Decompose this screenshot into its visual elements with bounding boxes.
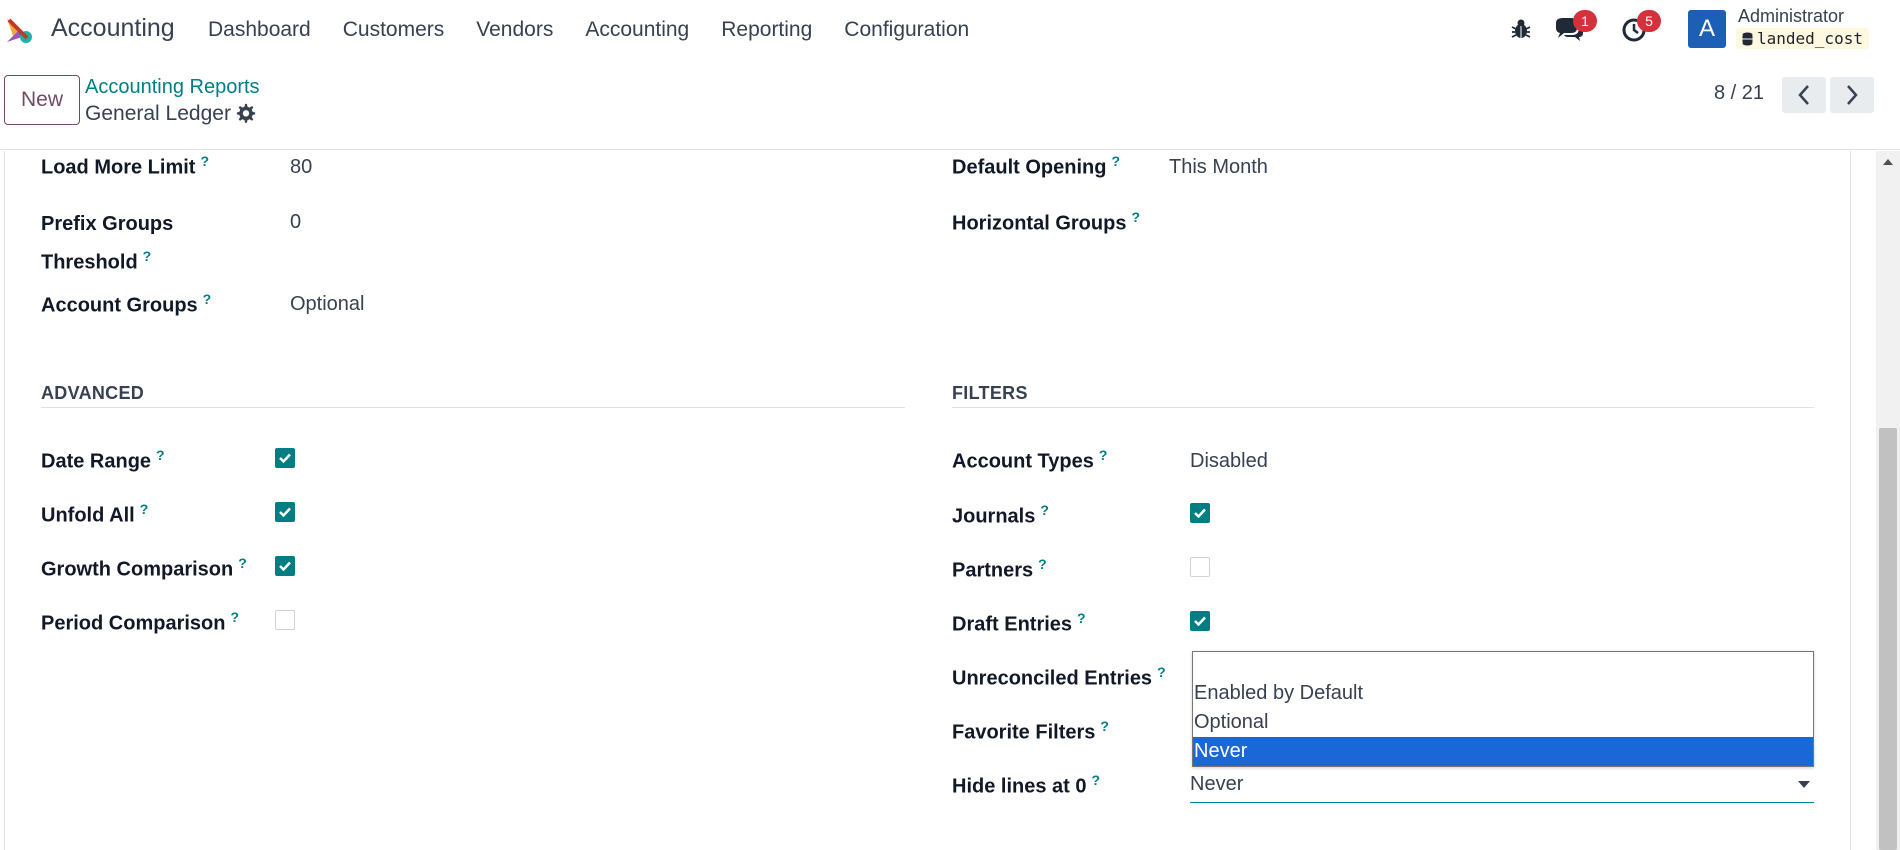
help-icon[interactable]: ? (1040, 502, 1049, 518)
draft-entries-checkbox[interactable] (1190, 611, 1210, 631)
sheet-left-border (4, 151, 5, 850)
unfold-all-checkbox[interactable] (275, 502, 295, 522)
top-navbar: Accounting Dashboard Customers Vendors A… (0, 0, 1900, 60)
chat-badge: 1 (1573, 10, 1597, 32)
new-button[interactable]: New (4, 75, 80, 125)
help-icon[interactable]: ? (1100, 718, 1109, 734)
app-logo-icon[interactable] (3, 14, 35, 46)
checkmark-icon (279, 561, 291, 572)
help-icon[interactable]: ? (1077, 610, 1086, 626)
prefix-groups-threshold-label: Prefix Groups Threshold? (41, 213, 174, 274)
dropdown-option-enabled-by-default[interactable]: Enabled by Default (1193, 679, 1813, 708)
scrollbar[interactable] (1876, 151, 1900, 850)
period-comparison-checkbox[interactable] (275, 610, 295, 630)
menu-item-customers[interactable]: Customers (327, 18, 461, 42)
database-icon (1742, 32, 1753, 45)
help-icon[interactable]: ? (1092, 772, 1101, 788)
unreconciled-entries-label: Unreconciled Entries? (952, 664, 1166, 690)
bug-icon[interactable] (1509, 17, 1533, 41)
partners-checkbox[interactable] (1190, 557, 1210, 577)
database-name: landed_cost (1757, 29, 1863, 48)
help-icon[interactable]: ? (230, 609, 239, 625)
help-icon[interactable]: ? (1157, 664, 1166, 680)
help-icon[interactable]: ? (143, 248, 152, 264)
default-opening-label: Default Opening? (952, 153, 1121, 179)
dropdown-option-never[interactable]: Never (1193, 737, 1813, 766)
account-groups-value[interactable]: Optional (290, 293, 365, 316)
journals-checkbox[interactable] (1190, 503, 1210, 523)
help-icon[interactable]: ? (1099, 447, 1108, 463)
growth-comparison-checkbox[interactable] (275, 556, 295, 576)
database-chip: landed_cost (1736, 28, 1869, 49)
hide-lines-select[interactable]: Never (1190, 767, 1814, 803)
help-icon[interactable]: ? (200, 153, 209, 169)
checkmark-icon (279, 453, 291, 464)
journals-label: Journals? (952, 502, 1049, 528)
menu-item-reporting[interactable]: Reporting (705, 18, 828, 42)
help-icon[interactable]: ? (156, 447, 165, 463)
menu-item-vendors[interactable]: Vendors (460, 18, 569, 42)
help-icon[interactable]: ? (1038, 556, 1047, 572)
dropdown-option-empty[interactable] (1193, 652, 1813, 681)
period-comparison-label: Period Comparison? (41, 609, 240, 635)
avatar[interactable]: A (1688, 10, 1726, 48)
menu-item-configuration[interactable]: Configuration (828, 18, 985, 42)
dropdown-option-optional[interactable]: Optional (1193, 708, 1813, 737)
pager-next-button[interactable] (1830, 77, 1874, 113)
default-opening-value[interactable]: This Month (1169, 156, 1268, 179)
pager-previous-button[interactable] (1782, 77, 1826, 113)
chevron-left-icon (1798, 85, 1809, 105)
unfold-all-label: Unfold All? (41, 501, 149, 527)
help-icon[interactable]: ? (1111, 153, 1120, 169)
hide-lines-label: Hide lines at 0? (952, 772, 1101, 798)
hide-lines-dropdown: Enabled by Default Optional Never (1192, 651, 1814, 767)
filters-section-title: FILTERS (952, 383, 1028, 403)
scrollbar-thumb[interactable] (1879, 428, 1897, 850)
breadcrumb-parent[interactable]: Accounting Reports (85, 76, 260, 99)
caret-down-icon (1798, 781, 1810, 788)
filters-divider (952, 407, 1814, 408)
app-name[interactable]: Accounting (51, 14, 175, 43)
date-range-checkbox[interactable] (275, 448, 295, 468)
user-name[interactable]: Administrator (1738, 6, 1844, 27)
scroll-up-arrow-icon[interactable] (1883, 159, 1893, 165)
growth-comparison-label: Growth Comparison? (41, 555, 247, 581)
advanced-section-title: ADVANCED (41, 383, 145, 403)
breadcrumb-current: General Ledger (85, 102, 231, 125)
pager-value[interactable]: 8 / 21 (1714, 82, 1764, 105)
advanced-divider (41, 407, 905, 408)
date-range-label: Date Range? (41, 447, 165, 473)
main-menu: Dashboard Customers Vendors Accounting R… (192, 0, 985, 60)
checkmark-icon (1194, 616, 1206, 627)
gear-icon[interactable] (235, 103, 257, 125)
help-icon[interactable]: ? (140, 501, 149, 517)
partners-label: Partners? (952, 556, 1047, 582)
hide-lines-selected-value: Never (1190, 773, 1244, 795)
checkmark-icon (1194, 508, 1206, 519)
favorite-filters-label: Favorite Filters? (952, 718, 1109, 744)
menu-item-dashboard[interactable]: Dashboard (192, 18, 327, 42)
account-groups-label: Account Groups? (41, 291, 212, 317)
account-types-value[interactable]: Disabled (1190, 450, 1268, 473)
horizontal-groups-label: Horizontal Groups? (952, 209, 1141, 235)
prefix-groups-threshold-value[interactable]: 0 (290, 211, 301, 234)
help-icon[interactable]: ? (203, 291, 212, 307)
sheet-right-border (1850, 151, 1851, 850)
load-more-limit-value[interactable]: 80 (290, 156, 312, 179)
account-types-label: Account Types? (952, 447, 1108, 473)
help-icon[interactable]: ? (238, 555, 247, 571)
menu-item-accounting[interactable]: Accounting (569, 18, 705, 42)
checkmark-icon (279, 507, 291, 518)
activity-badge: 5 (1637, 10, 1661, 32)
draft-entries-label: Draft Entries? (952, 610, 1086, 636)
load-more-limit-label: Load More Limit? (41, 153, 210, 179)
help-icon[interactable]: ? (1131, 209, 1140, 225)
control-panel: New Accounting Reports General Ledger 8 … (0, 60, 1900, 150)
chevron-right-icon (1847, 85, 1858, 105)
